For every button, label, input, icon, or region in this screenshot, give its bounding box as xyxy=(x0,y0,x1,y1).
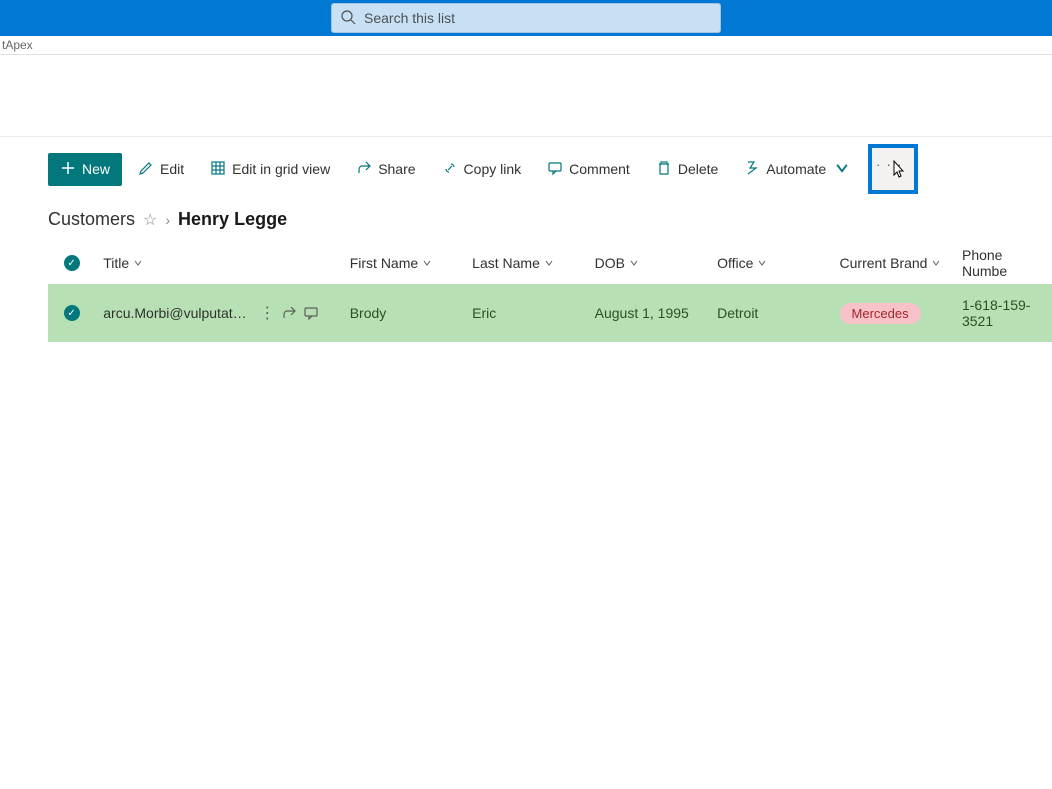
more-vertical-icon[interactable]: ⋮ xyxy=(259,303,275,323)
share-button[interactable]: Share xyxy=(346,154,425,185)
cell-phone: 1-618-159-3521 xyxy=(954,297,1052,329)
cell-dob: August 1, 1995 xyxy=(587,305,709,321)
breadcrumb: Customers ☆ › Henry Legge xyxy=(0,201,1052,242)
cell-office-text: Detroit xyxy=(717,305,758,321)
table-header: ✓ Title First Name Last Name DOB Office … xyxy=(48,242,1052,284)
star-icon[interactable]: ☆ xyxy=(143,210,157,230)
plus-icon xyxy=(60,160,76,179)
share-label: Share xyxy=(378,161,415,177)
cell-first-name-text: Brody xyxy=(350,305,387,321)
edit-grid-button[interactable]: Edit in grid view xyxy=(200,154,340,185)
delete-button[interactable]: Delete xyxy=(646,154,728,185)
chevron-down-icon xyxy=(834,160,850,179)
check-icon: ✓ xyxy=(64,255,80,271)
comment-label: Comment xyxy=(569,161,630,177)
list-table: ✓ Title First Name Last Name DOB Office … xyxy=(0,242,1052,342)
more-actions-highlight[interactable]: · · · xyxy=(868,144,918,194)
check-icon: ✓ xyxy=(64,305,80,321)
pointer-cursor-icon xyxy=(890,159,908,186)
header-office-label: Office xyxy=(717,255,753,271)
comment-icon xyxy=(547,160,563,179)
edit-grid-label: Edit in grid view xyxy=(232,161,330,177)
header-first-name[interactable]: First Name xyxy=(342,255,464,271)
delete-label: Delete xyxy=(678,161,718,177)
new-label: New xyxy=(82,161,110,177)
automate-label: Automate xyxy=(766,161,826,177)
pencil-icon xyxy=(138,160,154,179)
header-current-brand[interactable]: Current Brand xyxy=(832,255,954,271)
breadcrumb-item: Henry Legge xyxy=(178,209,287,230)
chevron-down-icon xyxy=(544,258,554,268)
header-title-label: Title xyxy=(103,255,129,271)
brand-pill: Mercedes xyxy=(840,303,921,324)
header-phone-label: Phone Numbe xyxy=(962,247,1044,279)
app-label: tApex xyxy=(0,36,1052,55)
cell-last-name: Eric xyxy=(464,305,586,321)
cell-first-name: Brody xyxy=(342,305,464,321)
copy-link-label: Copy link xyxy=(464,161,522,177)
chevron-down-icon xyxy=(931,258,941,268)
edit-label: Edit xyxy=(160,161,184,177)
share-icon[interactable] xyxy=(281,305,297,321)
copy-link-button[interactable]: Copy link xyxy=(432,154,532,185)
header-office[interactable]: Office xyxy=(709,255,831,271)
flow-icon xyxy=(744,160,760,179)
top-bar xyxy=(0,0,1052,36)
trash-icon xyxy=(656,160,672,179)
chevron-down-icon xyxy=(133,258,143,268)
cell-dob-text: August 1, 1995 xyxy=(595,305,689,321)
share-icon xyxy=(356,160,372,179)
cell-last-name-text: Eric xyxy=(472,305,496,321)
header-brand-label: Current Brand xyxy=(840,255,928,271)
breadcrumb-list[interactable]: Customers xyxy=(48,209,135,230)
header-last-name-label: Last Name xyxy=(472,255,540,271)
header-phone[interactable]: Phone Numbe xyxy=(954,247,1052,279)
header-title[interactable]: Title xyxy=(95,255,341,271)
link-icon xyxy=(442,160,458,179)
header-dob-label: DOB xyxy=(595,255,625,271)
search-input[interactable] xyxy=(364,10,712,26)
header-spacer xyxy=(0,55,1052,137)
chevron-down-icon xyxy=(629,258,639,268)
command-bar: New Edit Edit in grid view Share Copy li… xyxy=(0,137,1052,201)
new-button[interactable]: New xyxy=(48,153,122,186)
cell-title[interactable]: arcu.Morbi@vulputatedu... ⋮ xyxy=(95,303,341,323)
header-select-all[interactable]: ✓ xyxy=(48,255,95,271)
chevron-down-icon xyxy=(422,258,432,268)
header-last-name[interactable]: Last Name xyxy=(464,255,586,271)
automate-button[interactable]: Automate xyxy=(734,154,860,185)
edit-button[interactable]: Edit xyxy=(128,154,194,185)
chevron-down-icon xyxy=(757,258,767,268)
cell-phone-text: 1-618-159-3521 xyxy=(962,297,1044,329)
cell-office: Detroit xyxy=(709,305,831,321)
header-dob[interactable]: DOB xyxy=(587,255,709,271)
search-box[interactable] xyxy=(331,3,721,33)
cell-current-brand: Mercedes xyxy=(832,303,954,324)
chevron-right-icon: › xyxy=(165,212,170,228)
table-row[interactable]: ✓ arcu.Morbi@vulputatedu... ⋮ Brody Eric… xyxy=(48,284,1052,342)
search-icon xyxy=(340,9,356,28)
grid-icon xyxy=(210,160,226,179)
comment-icon[interactable] xyxy=(303,305,319,321)
header-first-name-label: First Name xyxy=(350,255,418,271)
cell-title-text: arcu.Morbi@vulputatedu... xyxy=(103,305,253,321)
comment-button[interactable]: Comment xyxy=(537,154,640,185)
row-checkbox[interactable]: ✓ xyxy=(48,305,95,321)
